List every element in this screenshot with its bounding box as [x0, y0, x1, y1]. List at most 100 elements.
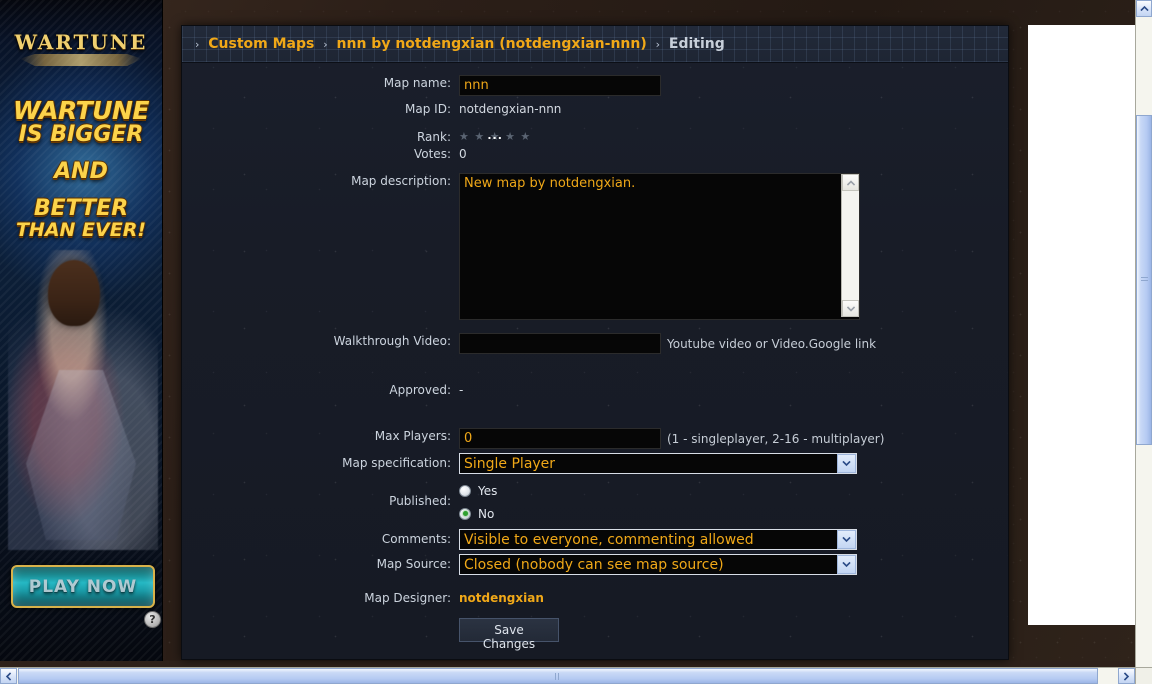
radio-no-icon[interactable] [459, 507, 471, 520]
row-map-specification: Map specification: Single PlayerMultipla… [182, 453, 1008, 474]
row-map-id: Map ID: notdengxian-nnn [182, 101, 1008, 117]
advertisement-right[interactable] [1028, 25, 1137, 625]
label-comments: Comments: [381, 532, 451, 546]
map-id-value: notdengxian-nnn [459, 102, 562, 116]
row-approved: Approved: - [182, 382, 1008, 398]
breadcrumb-item-editing: Editing [668, 36, 725, 52]
ad-info-icon[interactable]: ? [144, 611, 161, 628]
map-description-textarea[interactable] [460, 174, 848, 319]
approved-value: - [459, 383, 464, 397]
rank-overlay-text: ... [487, 129, 503, 142]
label-votes: Votes: [413, 147, 451, 161]
save-changes-button[interactable]: Save Changes [459, 618, 559, 651]
breadcrumb-item-custom-maps[interactable]: Custom Maps [208, 36, 314, 52]
field-map-specification: Single PlayerMultiplayerCooperativeCampa… [459, 453, 1008, 474]
scroll-down-icon[interactable] [842, 300, 859, 317]
row-map-name: Map name: [182, 75, 1008, 96]
map-designer-value: notdengxian [459, 591, 544, 605]
rank-stars[interactable]: ★ ★ ★ ★ ★ ... [459, 129, 531, 143]
ad-character-artwork [8, 250, 158, 550]
field-map-source: Closed (nobody can see map source)Open (… [459, 554, 1008, 575]
ad-logo: WARTUNE [14, 30, 148, 54]
comments-select[interactable]: Visible to everyone, commenting allowedV… [459, 529, 857, 550]
label-map-designer: Map Designer: [364, 591, 451, 605]
label-map-name: Map name: [383, 76, 451, 90]
row-published: Published: Yes No [182, 481, 1008, 523]
label-walkthrough-video: Walkthrough Video: [333, 334, 451, 348]
map-specification-select[interactable]: Single PlayerMultiplayerCooperativeCampa… [459, 453, 857, 474]
label-approved: Approved: [389, 383, 451, 397]
ad-copy: WARTUNE IS BIGGER AND BETTER THAN EVER! [0, 98, 162, 240]
label-map-specification: Map specification: [342, 456, 451, 470]
breadcrumb: › Custom Maps › nnn by notdengxian (notd… [182, 26, 1008, 63]
row-max-players: Max Players: (1 - singleplayer, 2-16 - m… [182, 428, 1008, 449]
comments-wrapper: Visible to everyone, commenting allowedV… [459, 529, 857, 550]
ad-copy-line-5: THAN EVER! [15, 218, 147, 241]
max-players-hint: (1 - singleplayer, 2-16 - multiplayer) [667, 431, 885, 446]
row-map-description: Map description: [182, 173, 1008, 320]
breadcrumb-separator-icon: › [195, 38, 200, 51]
vertical-scrollbar-thumb[interactable] [1136, 115, 1152, 445]
map-description-wrapper [459, 173, 860, 320]
row-map-designer: Map Designer: notdengxian [182, 590, 1008, 606]
ad-copy-line-4: BETTER [33, 195, 129, 221]
play-now-button[interactable]: PLAY NOW [11, 565, 155, 608]
radio-option-no[interactable]: No [459, 504, 1008, 523]
play-now-label: PLAY NOW [28, 576, 138, 597]
radio-selected-dot [462, 511, 468, 516]
field-map-name [459, 75, 1008, 96]
vertical-scrollbar[interactable] [1135, 0, 1152, 684]
scroll-left-icon[interactable] [0, 668, 17, 684]
field-save: Save Changes [459, 618, 1008, 651]
map-source-wrapper: Closed (nobody can see map source)Open (… [459, 554, 857, 575]
field-map-description [459, 173, 1008, 320]
field-published: Yes No [459, 481, 1008, 523]
scrollbar-grip-icon [1140, 277, 1148, 283]
row-save: Save Changes [182, 618, 1008, 651]
row-map-source: Map Source: Closed (nobody can see map s… [182, 554, 1008, 575]
radio-no-label: No [478, 506, 495, 521]
field-walkthrough-video: Youtube video or Video.Google link [459, 333, 1008, 354]
field-rank: ★ ★ ★ ★ ★ ... [459, 129, 1008, 143]
map-source-select[interactable]: Closed (nobody can see map source)Open (… [459, 554, 857, 575]
row-comments: Comments: Visible to everyone, commentin… [182, 529, 1008, 550]
walkthrough-video-input[interactable] [459, 333, 661, 354]
row-votes: Votes: 0 [182, 146, 1008, 162]
ad-copy-line-2: IS BIGGER [18, 122, 144, 147]
radio-yes-label: Yes [478, 483, 498, 498]
walkthrough-video-hint: Youtube video or Video.Google link [667, 336, 877, 351]
field-max-players: (1 - singleplayer, 2-16 - multiplayer) [459, 428, 1008, 449]
label-published: Published: [389, 494, 451, 508]
scroll-up-icon[interactable] [842, 174, 859, 191]
map-edit-form: Map name: Map ID: notdengxian-nnn Rank: … [182, 63, 1008, 659]
label-max-players: Max Players: [374, 429, 451, 443]
label-rank: Rank: [416, 130, 451, 144]
scroll-right-icon[interactable] [1118, 668, 1135, 684]
radio-yes-icon[interactable] [459, 484, 471, 497]
map-name-input[interactable] [459, 75, 661, 96]
horizontal-scrollbar-thumb[interactable] [18, 668, 1098, 684]
scrollbar-corner [1135, 667, 1152, 684]
breadcrumb-item-map[interactable]: nnn by notdengxian (notdengxian-nnn) [337, 36, 647, 52]
ad-copy-line-3: AND [54, 158, 108, 184]
label-map-id: Map ID: [405, 102, 451, 116]
label-map-source: Map Source: [376, 557, 451, 571]
row-rank: Rank: ★ ★ ★ ★ ★ ... [182, 129, 1008, 145]
map-description-scrollbar[interactable] [841, 174, 859, 317]
max-players-input[interactable] [459, 428, 661, 449]
horizontal-scrollbar[interactable] [0, 667, 1135, 684]
row-walkthrough-video: Walkthrough Video: Youtube video or Vide… [182, 333, 1008, 354]
breadcrumb-separator-icon: › [655, 38, 661, 51]
ad-copy-line-1: WARTUNE [12, 96, 150, 125]
votes-value: 0 [459, 147, 467, 161]
content-panel: › Custom Maps › nnn by notdengxian (notd… [181, 25, 1009, 660]
scrollbar-grip-icon [555, 672, 561, 680]
radio-option-yes[interactable]: Yes [459, 481, 1008, 500]
label-map-description: Map description: [351, 174, 451, 188]
advertisement-left[interactable]: WARTUNE WARTUNE IS BIGGER AND BETTER THA… [0, 0, 163, 661]
breadcrumb-separator-icon: › [323, 38, 328, 51]
scroll-up-icon[interactable] [1136, 0, 1152, 17]
map-specification-wrapper: Single PlayerMultiplayerCooperativeCampa… [459, 453, 857, 474]
ad-logo-banner-icon [20, 54, 142, 66]
field-comments: Visible to everyone, commenting allowedV… [459, 529, 1008, 550]
